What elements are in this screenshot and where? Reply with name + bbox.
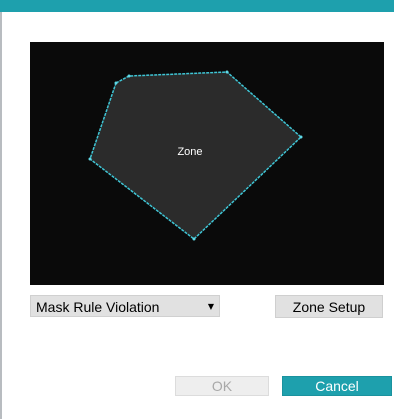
window-border (0, 12, 2, 419)
zone-vertex-handle[interactable] (114, 81, 118, 85)
zone-vertex-handle[interactable] (88, 157, 92, 161)
zone-preview-canvas[interactable]: Zone (30, 42, 384, 285)
ok-button[interactable]: OK (175, 376, 269, 396)
zone-label: Zone (177, 146, 202, 158)
rule-type-selected: Mask Rule Violation (36, 299, 160, 315)
rule-type-dropdown[interactable]: Mask Rule Violation ▼ (30, 295, 220, 317)
zone-vertex-handle[interactable] (299, 135, 303, 139)
cancel-button[interactable]: Cancel (282, 376, 392, 396)
chevron-down-icon: ▼ (207, 302, 214, 311)
zone-vertex-handle[interactable] (192, 237, 196, 241)
zone-vertex-handle[interactable] (127, 74, 131, 78)
zone-preview-svg: Zone (88, 70, 303, 241)
zone-setup-button[interactable]: Zone Setup (275, 295, 383, 318)
window-title-bar (0, 0, 394, 12)
zone-vertex-handle[interactable] (225, 70, 229, 74)
